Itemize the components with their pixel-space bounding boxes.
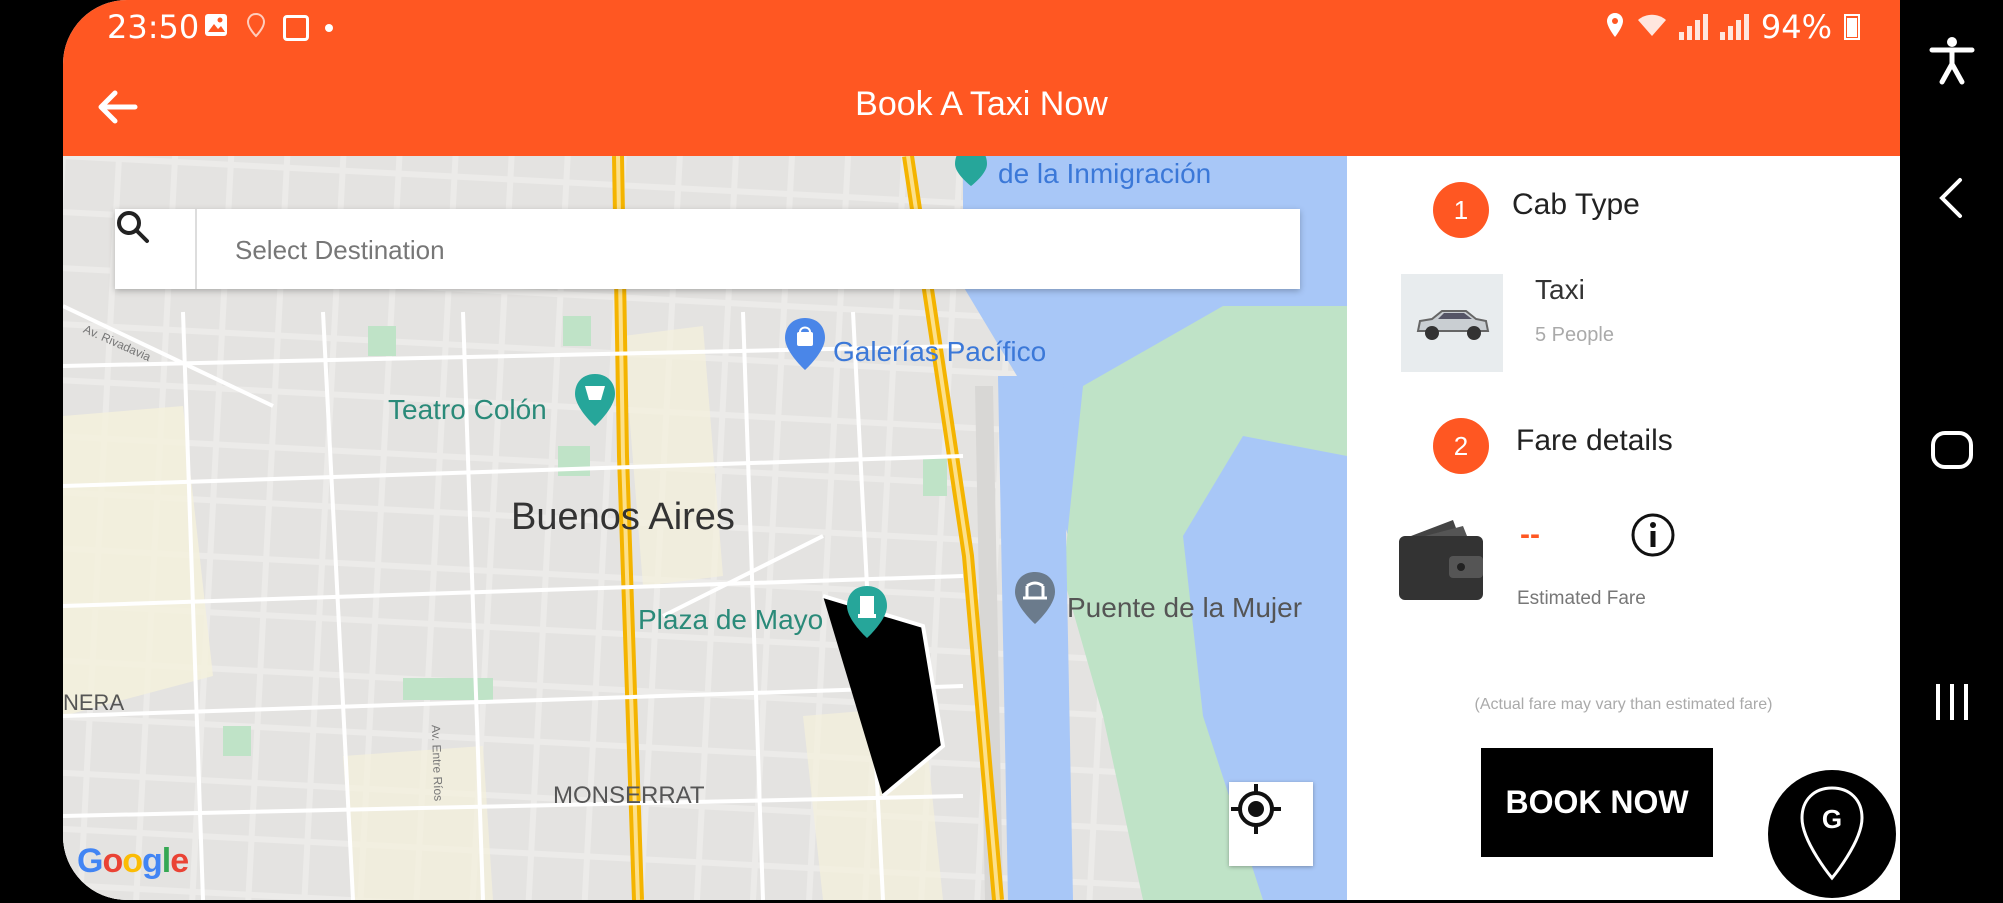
wallet-icon [1399,520,1483,600]
location-icon [1605,8,1625,46]
battery-icon [1844,14,1860,40]
map-label-monserrat: MONSERRAT [553,782,705,809]
recents-icon[interactable] [1926,676,1978,728]
back-icon[interactable] [1926,172,1978,224]
cab-capacity: 5 People [1535,324,1614,346]
book-now-button[interactable]: BOOK NOW [1481,748,1713,857]
accessibility-icon[interactable] [1926,34,1978,86]
status-time: 23:50 [107,8,200,46]
my-location-button[interactable] [1229,782,1313,866]
step-1-badge: 1 [1433,182,1489,238]
location-off-icon [245,12,267,43]
taxi-option[interactable] [1401,274,1503,372]
search-icon[interactable] [115,209,197,289]
wifi-icon [1637,8,1667,46]
status-left-icons [203,12,333,43]
cab-name: Taxi [1535,274,1585,305]
map-label-plaza: Plaza de Mayo [638,604,824,635]
signal-icon [1719,14,1749,40]
dot-icon [325,23,333,32]
crosshair-icon [1231,784,1281,834]
map-view[interactable]: de la Inmigración Galerías Pacífico Teat… [63,156,1347,900]
info-icon[interactable] [1630,512,1676,558]
estimated-fare-label: Estimated Fare [1517,588,1646,609]
signal-icon [1678,14,1708,40]
map-label-immigration: de la Inmigración [998,158,1212,189]
fare-details-heading: Fare details [1516,424,1673,457]
map-label-puente: Puente de la Mujer [1067,592,1303,623]
status-bar: 23:50 94% [63,0,1900,55]
battery-percent: 94% [1760,8,1832,46]
destination-search-bar[interactable] [115,209,1300,291]
image-icon [203,12,229,43]
fare-value: -- [1520,518,1540,551]
home-icon[interactable] [1926,424,1978,476]
destination-input[interactable] [233,209,1287,291]
notification-app-icon [283,14,309,41]
step-2-badge: 2 [1433,418,1489,474]
map-label-nera: NERA [63,690,125,715]
floating-app-button[interactable]: G [1768,770,1896,898]
map-label-city: Buenos Aires [511,496,735,538]
app-bar: Book A Taxi Now [63,55,1900,156]
page-title: Book A Taxi Now [855,85,1108,123]
car-icon [1416,310,1490,340]
map-label-street-entre-rios: Av. Entre Ríos [428,724,446,802]
map-pin-g-icon: G [1800,786,1864,881]
fare-disclaimer: (Actual fare may vary than estimated far… [1474,696,1773,713]
map-label-galerias: Galerías Pacífico [833,336,1047,367]
status-right-icons: 94% [1605,8,1860,46]
fab-letter: G [1822,804,1842,834]
cab-type-heading: Cab Type [1512,188,1640,221]
google-logo: Google [77,842,189,880]
map-label-teatro: Teatro Colón [388,394,547,425]
system-nav-bar [1900,0,2003,900]
app-screen: 23:50 94% Book A Taxi Now de la Inmigrac… [63,0,1900,900]
